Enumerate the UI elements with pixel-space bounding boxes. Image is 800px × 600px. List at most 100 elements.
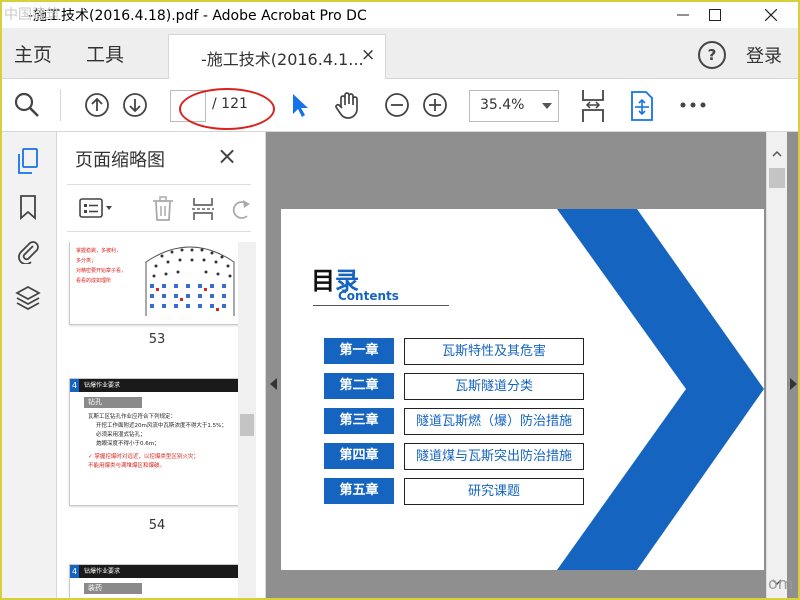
slide-subtitle: Contents: [338, 289, 399, 303]
zoom-in-button[interactable]: [420, 91, 450, 119]
app-window: -施工技术(2016.4.18).pdf - Adobe Acrobat Pro…: [0, 0, 800, 600]
chapter-label: 第三章: [324, 408, 394, 434]
red-annotation-ellipse: [179, 88, 275, 130]
more-tools-button[interactable]: [676, 91, 710, 119]
thumb-header: 钻爆作业要求: [84, 568, 121, 575]
fit-page-button[interactable]: [578, 87, 608, 125]
thumb-text: ✓ 掌握控爆时对远近，以控爆类型区别火灾；: [88, 454, 199, 460]
thumbnail-scrollbar[interactable]: [238, 242, 256, 598]
page-thumbnail-53[interactable]: 掌握稳跳，多被利， 多分类； 对精密要开始章子看， 看看的成如理所: [69, 242, 239, 325]
scrollbar-thumb[interactable]: [769, 168, 785, 188]
previous-page-button[interactable]: [82, 91, 112, 119]
insert-page-icon: [192, 198, 214, 220]
thumb-bullet: 看看的成如理所: [76, 278, 112, 284]
document-tab-label: -施工技术(2016.4.1...: [201, 50, 364, 69]
maximize-icon: [709, 9, 721, 21]
trash-icon: [153, 196, 173, 221]
search-button[interactable]: [12, 91, 42, 119]
help-button[interactable]: ?: [698, 41, 726, 69]
main-toolbar: / 121 35.4%: [2, 79, 798, 132]
hand-icon: [335, 92, 358, 119]
bookmark-icon: [20, 195, 36, 220]
next-page-button[interactable]: [120, 91, 150, 119]
select-tool-button[interactable]: [286, 91, 312, 119]
attachments-rail-button[interactable]: [13, 236, 43, 266]
thumbnail-list: 掌握稳跳，多被利， 多分类； 对精密要开始章子看， 看看的成如理所 53 4 钻…: [57, 242, 257, 598]
document-tab[interactable]: -施工技术(2016.4.1... ×: [168, 34, 386, 79]
chapter-title: 瓦斯隧道分类: [404, 373, 584, 400]
arrow-up-circle-icon: [85, 93, 109, 117]
menu-tab-bar: 主页 工具 -施工技术(2016.4.1... × ? 登录: [2, 28, 798, 79]
layers-icon: [15, 286, 41, 310]
bookmarks-rail-button[interactable]: [13, 192, 43, 222]
panel-toolbar: [67, 184, 251, 232]
thumb-text: 不能用爆类与满堆爆区和爆破。: [88, 463, 166, 469]
minus-circle-icon: [385, 93, 409, 117]
chapter-label: 第二章: [324, 373, 394, 399]
thumb-bullet: 掌握稳跳，多被利，: [76, 248, 122, 254]
close-icon: [765, 9, 777, 21]
thumb-subheader: 装药: [84, 583, 142, 594]
expand-page-icon: [631, 91, 653, 121]
panel-title: 页面缩略图: [75, 150, 165, 171]
toolbar-divider: [60, 89, 61, 121]
corner-watermark: om: [768, 574, 794, 593]
page-thumbnails-rail-button[interactable]: [13, 146, 43, 176]
window-title: -施工技术(2016.4.18).pdf - Adobe Acrobat Pro…: [28, 8, 367, 24]
paperclip-icon: [18, 241, 39, 264]
thumbnail-page-number: 54: [148, 518, 166, 533]
full-screen-button[interactable]: [626, 89, 658, 123]
rotate-page-button[interactable]: [227, 195, 255, 223]
page-thumbnail-54[interactable]: 4 钻爆作业要求 钻孔 瓦斯工区钻孔作业应符合下列规定： 开挖工作面附近20m风…: [69, 378, 239, 506]
minimize-icon: [677, 14, 689, 16]
expand-right-panel-arrow[interactable]: [790, 378, 797, 390]
document-tab-close-button[interactable]: ×: [361, 45, 375, 65]
thumbnail-page-number: 53: [148, 332, 166, 347]
title-bar: -施工技术(2016.4.18).pdf - Adobe Acrobat Pro…: [2, 2, 798, 28]
arrow-down-circle-icon: [123, 93, 147, 117]
zoom-level-value: 35.4%: [480, 97, 525, 113]
thumb-text: 必须采用湿式钻孔；: [96, 432, 146, 438]
cursor-arrow-icon: [293, 94, 308, 117]
thumb-bullet: 对精密要开始章子看，: [76, 268, 127, 274]
menu-home[interactable]: 主页: [14, 40, 52, 67]
chapter-label: 第一章: [324, 338, 394, 364]
search-icon: [14, 92, 39, 117]
rotate-icon: [232, 200, 250, 219]
more-horizontal-icon: [680, 102, 706, 108]
close-window-button[interactable]: [748, 2, 794, 28]
collapse-left-panel-arrow[interactable]: [270, 378, 277, 390]
thumb-header: 钻爆作业要求: [84, 382, 121, 389]
login-button[interactable]: 登录: [746, 42, 782, 68]
pages-icon: [18, 148, 38, 174]
thumb-subheader: 钻孔: [84, 397, 142, 408]
chapter-title: 瓦斯特性及其危害: [404, 338, 584, 365]
chevron-down-icon: [542, 103, 552, 109]
chapter-label: 第五章: [324, 478, 394, 504]
layers-rail-button[interactable]: [13, 282, 43, 312]
delete-page-button[interactable]: [149, 195, 177, 223]
blast-hole-diagram: [145, 246, 235, 316]
zoom-level-select[interactable]: 35.4%: [469, 90, 559, 122]
document-scrollbar[interactable]: [766, 132, 787, 598]
thumbnail-options-button[interactable]: [77, 195, 117, 221]
menu-tools[interactable]: 工具: [86, 40, 124, 67]
zoom-out-button[interactable]: [382, 91, 412, 119]
watermark-text: 中国建筑: [4, 7, 60, 23]
chapter-title: 研究课题: [404, 478, 584, 505]
panel-close-button[interactable]: ×: [217, 142, 237, 170]
thumb-text: 瓦斯工区钻孔作业应符合下列规定：: [88, 414, 177, 420]
left-navigation-rail: [2, 132, 57, 598]
maximize-button[interactable]: [692, 2, 738, 28]
plus-circle-icon: [423, 93, 447, 117]
chapter-title: 隧道瓦斯燃（爆）防治措施: [404, 408, 584, 435]
chapter-label: 第四章: [324, 443, 394, 469]
thumbnails-panel: 页面缩略图 × 掌握稳跳，多被利， 多分类； 对精密要开始章子看， 看看的成如理…: [57, 132, 266, 598]
thumb-bullet: 多分类；: [76, 258, 97, 264]
insert-page-button[interactable]: [189, 195, 217, 223]
hand-tool-button[interactable]: [332, 89, 364, 121]
scrollbar-thumb[interactable]: [240, 414, 254, 436]
page-thumbnail-55[interactable]: 4 钻爆作业要求 装药: [69, 564, 239, 598]
thumb-text: 开挖工作面附近20m风流中瓦斯浓度不得大于1.5%；: [96, 423, 227, 429]
thumb-text: 炮眼深度不得小于0.6m；: [96, 441, 160, 447]
